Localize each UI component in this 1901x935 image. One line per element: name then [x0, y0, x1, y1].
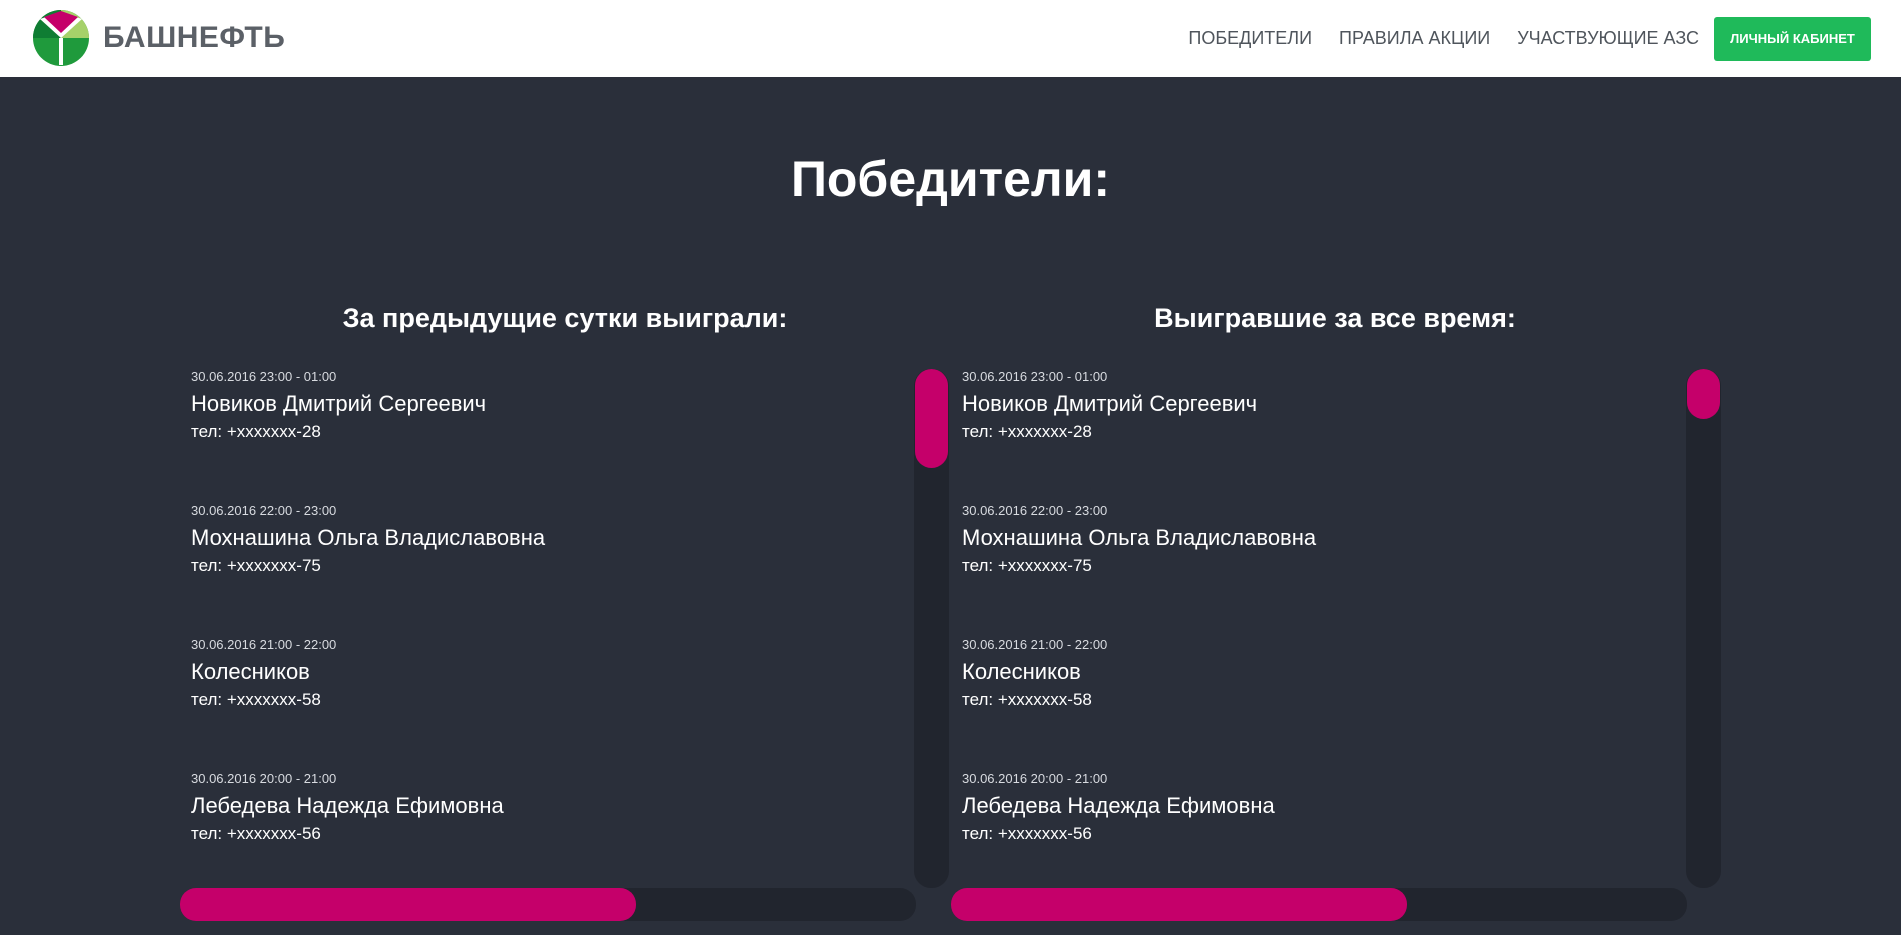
list-item: 30.06.2016 21:00 - 22:00 Колесников тел:… — [191, 636, 911, 770]
entry-phone: тел: +xxxxxxx-58 — [962, 690, 1092, 709]
entry-phone: тел: +xxxxxxx-75 — [962, 556, 1092, 575]
entry-name: Колесников — [191, 659, 310, 684]
entry-phone: тел: +xxxxxxx-28 — [191, 422, 321, 441]
list-item: 30.06.2016 20:00 - 21:00 Лебедева Надежд… — [191, 770, 911, 878]
entry-phone: тел: +xxxxxxx-58 — [191, 690, 321, 709]
entry-time: 30.06.2016 20:00 - 21:00 — [191, 771, 337, 786]
entry-time: 30.06.2016 20:00 - 21:00 — [962, 771, 1108, 786]
all-time-winners-title: Выигравшие за все время: — [1154, 303, 1516, 333]
entry-phone: тел: +xxxxxxx-56 — [191, 824, 321, 843]
all-time-list-vertical-scroll-thumb[interactable] — [1687, 369, 1720, 419]
daily-list-horizontal-scroll-thumb[interactable] — [180, 888, 637, 921]
entry-time: 30.06.2016 21:00 - 22:00 — [191, 637, 337, 652]
list-item: 30.06.2016 21:00 - 22:00 Колесников тел:… — [962, 636, 1682, 770]
nav-rules[interactable]: ПРАВИЛА АКЦИИ — [1339, 28, 1490, 49]
brand-name: БАШНЕФТЬ — [103, 21, 286, 54]
entry-name: Мохнашина Ольга Владиславовна — [962, 525, 1317, 550]
list-item: 30.06.2016 20:00 - 21:00 Лебедева Надежд… — [962, 770, 1682, 878]
entry-name: Лебедева Надежда Ефимовна — [191, 793, 504, 818]
entry-name: Мохнашина Ольга Владиславовна — [191, 525, 546, 550]
entry-name: Лебедева Надежда Ефимовна — [962, 793, 1275, 818]
entry-name: Колесников — [962, 659, 1081, 684]
entry-time: 30.06.2016 22:00 - 23:00 — [962, 503, 1108, 518]
entry-name: Новиков Дмитрий Сергеевич — [962, 391, 1258, 416]
entry-phone: тел: +xxxxxxx-75 — [191, 556, 321, 575]
page-title: Победители: — [790, 151, 1111, 207]
entry-time: 30.06.2016 22:00 - 23:00 — [191, 503, 337, 518]
all-time-winners-list: 30.06.2016 23:00 - 01:00 Новиков Дмитрий… — [962, 368, 1682, 878]
daily-list-vertical-scrollbar[interactable] — [914, 369, 949, 888]
brand-logo[interactable]: БАШНЕФТЬ — [32, 9, 285, 67]
entry-name: Новиков Дмитрий Сергеевич — [191, 391, 487, 416]
nav-stations[interactable]: УЧАСТВУЮЩИЕ АЗС — [1517, 28, 1699, 49]
all-time-list-vertical-scrollbar[interactable] — [1686, 369, 1721, 888]
entry-phone: тел: +xxxxxxx-56 — [962, 824, 1092, 843]
entry-phone: тел: +xxxxxxx-28 — [962, 422, 1092, 441]
list-item: 30.06.2016 22:00 - 23:00 Мохнашина Ольга… — [962, 502, 1682, 636]
daily-list-vertical-scroll-thumb[interactable] — [915, 369, 948, 468]
personal-cabinet-button[interactable]: ЛИЧНЫЙ КАБИНЕТ — [1714, 16, 1871, 61]
daily-list-horizontal-scrollbar[interactable] — [180, 888, 916, 921]
bashneft-logo-icon — [32, 9, 90, 67]
list-item: 30.06.2016 23:00 - 01:00 Новиков Дмитрий… — [191, 368, 911, 502]
list-item: 30.06.2016 23:00 - 01:00 Новиков Дмитрий… — [962, 368, 1682, 502]
all-time-list-horizontal-scrollbar[interactable] — [951, 888, 1687, 921]
daily-winners-title: За предыдущие сутки выиграли: — [342, 303, 788, 333]
site-header: БАШНЕФТЬ ПОБЕДИТЕЛИ ПРАВИЛА АКЦИИ УЧАСТВ… — [0, 0, 1901, 77]
nav-winners[interactable]: ПОБЕДИТЕЛИ — [1188, 28, 1312, 49]
entry-time: 30.06.2016 21:00 - 22:00 — [962, 637, 1108, 652]
entry-time: 30.06.2016 23:00 - 01:00 — [191, 369, 337, 384]
daily-winners-list: 30.06.2016 23:00 - 01:00 Новиков Дмитрий… — [191, 368, 911, 878]
list-item: 30.06.2016 22:00 - 23:00 Мохнашина Ольга… — [191, 502, 911, 636]
all-time-list-horizontal-scroll-thumb[interactable] — [951, 888, 1408, 921]
main-nav: ПОБЕДИТЕЛИ ПРАВИЛА АКЦИИ УЧАСТВУЮЩИЕ АЗС… — [1188, 0, 1871, 77]
entry-time: 30.06.2016 23:00 - 01:00 — [962, 369, 1108, 384]
